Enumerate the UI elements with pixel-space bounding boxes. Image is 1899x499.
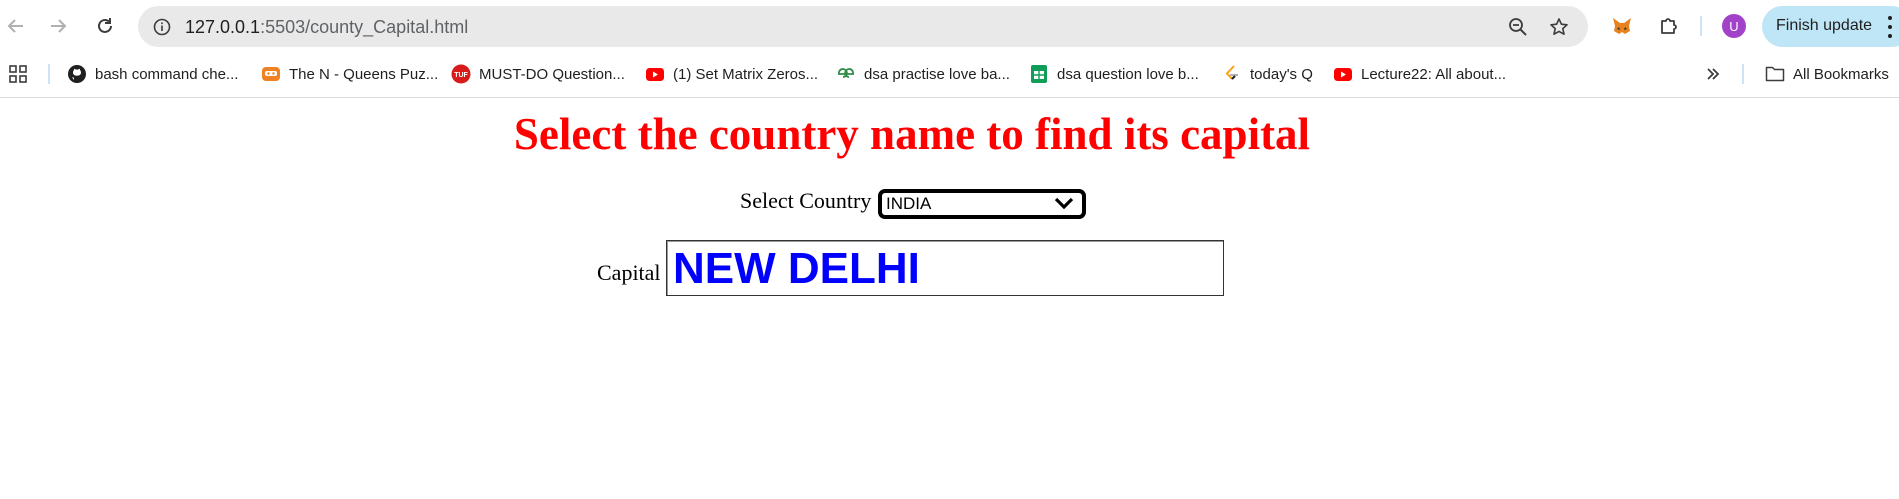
bookmark-item[interactable]: The N - Queens Puz... bbox=[261, 60, 438, 88]
apps-button[interactable] bbox=[8, 60, 28, 88]
capital-value: NEW DELHI bbox=[673, 244, 920, 293]
geeksforgeeks-icon bbox=[836, 64, 856, 84]
google-sheets-icon bbox=[1029, 64, 1049, 84]
all-bookmarks-label: All Bookmarks bbox=[1793, 65, 1889, 83]
address-bar[interactable]: 127.0.0.1:5503/county_Capital.html bbox=[138, 6, 1588, 47]
reload-icon bbox=[98, 18, 112, 33]
bookmark-item[interactable]: dsa practise love ba... bbox=[836, 60, 1010, 88]
star-icon bbox=[1550, 18, 1568, 35]
browser-toolbar: 127.0.0.1:5503/county_Capital.html U Fin… bbox=[0, 0, 1899, 52]
metamask-fox-icon bbox=[1613, 18, 1631, 34]
bookmark-label: The N - Queens Puz... bbox=[289, 65, 439, 83]
bookmark-item[interactable]: Lecture22: All about... bbox=[1333, 60, 1506, 88]
page-content: Select the country name to find its capi… bbox=[0, 98, 1899, 499]
youtube-icon bbox=[645, 64, 665, 84]
bookmark-label: dsa practise love ba... bbox=[864, 65, 1010, 83]
url-text[interactable]: 127.0.0.1:5503/county_Capital.html bbox=[185, 17, 468, 38]
bookmark-item[interactable]: today's Q bbox=[1222, 60, 1313, 88]
reload-button[interactable] bbox=[87, 8, 123, 44]
finish-update-label: Finish update bbox=[1776, 17, 1873, 34]
bookmark-item[interactable]: dsa question love b... bbox=[1029, 60, 1199, 88]
bookmark-item[interactable]: TUF MUST-DO Question... bbox=[451, 60, 625, 88]
puzzle-icon bbox=[1661, 18, 1677, 34]
country-label: Select Country bbox=[740, 188, 872, 213]
country-select[interactable]: INDIA bbox=[878, 189, 1086, 219]
bookmark-label: (1) Set Matrix Zeros... bbox=[673, 65, 819, 83]
more-bookmarks-button[interactable] bbox=[1705, 60, 1721, 88]
site-info-button[interactable] bbox=[148, 13, 176, 41]
tuf-icon: TUF bbox=[451, 64, 471, 84]
arrow-left-icon bbox=[7, 19, 23, 33]
apps-grid-icon bbox=[9, 65, 27, 83]
url-host: 127.0.0.1 bbox=[185, 17, 261, 37]
codingninjas-icon bbox=[261, 64, 281, 84]
folder-icon bbox=[1765, 64, 1785, 84]
all-bookmarks-button[interactable]: All Bookmarks bbox=[1765, 60, 1889, 88]
capital-field[interactable]: NEW DELHI bbox=[666, 240, 1224, 296]
leetcode-icon bbox=[1222, 64, 1242, 84]
arrow-right-icon bbox=[51, 19, 67, 33]
country-selected-value: INDIA bbox=[886, 194, 932, 213]
kebab-menu-icon[interactable] bbox=[1886, 16, 1894, 38]
metamask-extension-button[interactable] bbox=[1607, 11, 1637, 41]
bookmarks-bar: bash command che... The N - Queens Puz..… bbox=[0, 52, 1899, 98]
bookmark-item[interactable]: (1) Set Matrix Zeros... bbox=[645, 60, 818, 88]
bookmark-label: bash command che... bbox=[95, 65, 239, 83]
chevron-down-icon bbox=[1054, 197, 1074, 210]
bookmark-label: MUST-DO Question... bbox=[479, 65, 625, 83]
capital-label: Capital bbox=[597, 260, 661, 285]
github-icon bbox=[67, 64, 87, 84]
bookmarks-separator bbox=[48, 64, 50, 84]
zoom-out-icon bbox=[1509, 18, 1527, 36]
forward-button[interactable] bbox=[40, 8, 76, 44]
url-path: :5503/county_Capital.html bbox=[260, 17, 469, 37]
finish-update-button[interactable]: Finish update bbox=[1762, 6, 1899, 47]
bookmark-star-button[interactable] bbox=[1545, 13, 1573, 41]
bookmark-label: Lecture22: All about... bbox=[1361, 65, 1507, 83]
info-icon bbox=[153, 18, 171, 36]
zoom-button[interactable] bbox=[1504, 13, 1532, 41]
bookmark-label: dsa question love b... bbox=[1057, 65, 1199, 83]
youtube-icon bbox=[1333, 64, 1353, 84]
back-button[interactable] bbox=[0, 8, 34, 44]
svg-text:TUF: TUF bbox=[454, 72, 468, 79]
bookmarks-separator bbox=[1742, 64, 1744, 84]
toolbar-separator bbox=[1700, 16, 1702, 36]
profile-avatar[interactable]: U bbox=[1722, 14, 1746, 38]
bookmark-item[interactable]: bash command che... bbox=[67, 60, 238, 88]
bookmark-label: today's Q bbox=[1250, 65, 1313, 83]
extensions-button[interactable] bbox=[1654, 11, 1684, 41]
page-title: Select the country name to find its capi… bbox=[513, 109, 1311, 159]
double-chevron-right-icon bbox=[1707, 68, 1720, 80]
